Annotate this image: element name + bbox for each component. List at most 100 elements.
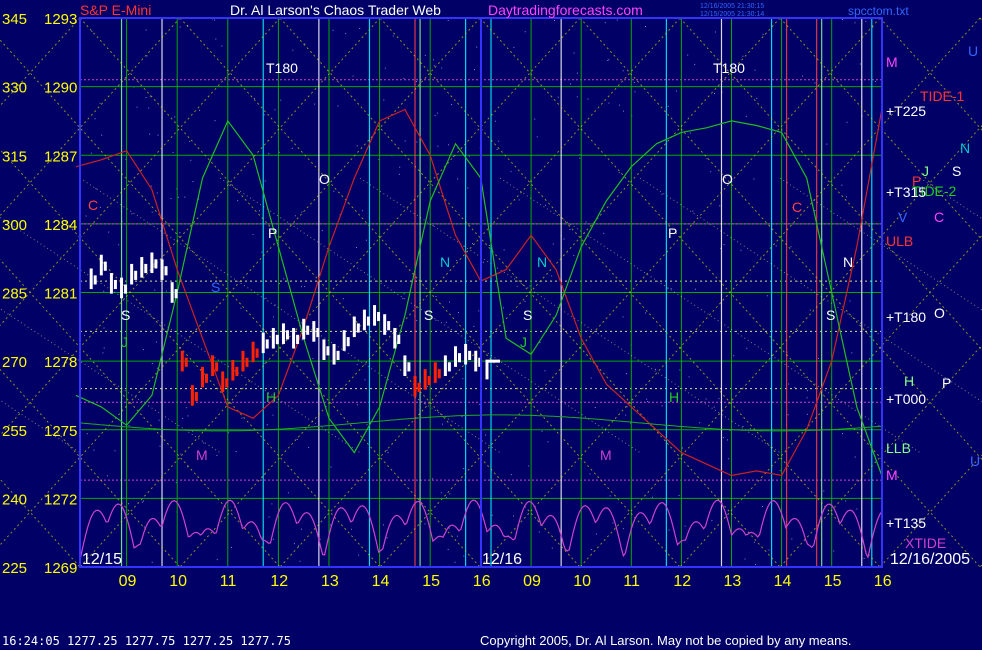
star-dot	[364, 379, 366, 381]
star-dot	[806, 413, 808, 415]
star-dot	[165, 290, 167, 292]
star-dot	[494, 120, 496, 122]
star-dot	[356, 404, 358, 406]
star-dot	[534, 118, 536, 120]
star-dot	[859, 63, 861, 65]
star-dot	[456, 535, 458, 537]
star-dot	[383, 524, 384, 526]
star-dot	[441, 67, 443, 69]
star-dot	[143, 526, 145, 528]
overlay-label: N	[440, 254, 450, 270]
star-dot	[790, 246, 792, 248]
star-dot	[705, 398, 707, 400]
star-dot	[345, 33, 347, 35]
star-dot	[426, 386, 428, 388]
star-dot	[710, 171, 712, 173]
star-dot	[695, 288, 696, 290]
star-dot	[661, 405, 663, 407]
star-dot	[740, 249, 742, 251]
star-dot	[136, 106, 138, 108]
star-dot	[875, 80, 876, 82]
star-dot	[768, 549, 770, 551]
star-dot	[473, 325, 475, 327]
star-dot	[452, 156, 454, 157]
star-dot	[802, 75, 803, 77]
star-dot	[103, 347, 105, 349]
star-dot	[440, 492, 442, 494]
timestamp-bottom: 12/15/2005 21:30:14	[700, 11, 764, 18]
date-label: 12/16	[482, 551, 522, 568]
star-dot	[865, 20, 867, 22]
star-dot	[158, 419, 160, 421]
star-dot	[826, 143, 828, 145]
star-dot	[603, 232, 605, 234]
star-dot	[510, 171, 512, 173]
y-tick-price: 1278	[44, 354, 77, 371]
star-dot	[842, 433, 843, 435]
y-tick-price: 1287	[44, 148, 77, 165]
right-label: S	[952, 163, 961, 179]
star-dot	[474, 69, 475, 71]
star-dot	[86, 433, 88, 435]
star-dot	[496, 149, 498, 150]
y-tick-left: 345	[2, 11, 27, 28]
star-dot	[278, 283, 280, 285]
star-dot	[356, 247, 357, 248]
star-dot	[544, 370, 546, 372]
star-dot	[526, 329, 528, 331]
star-dot	[216, 455, 218, 456]
star-dot	[756, 97, 758, 99]
star-dot	[301, 528, 302, 530]
star-dot	[846, 121, 848, 123]
x-tick-label: 14	[372, 573, 390, 590]
star-dot	[118, 244, 120, 246]
star-dot	[458, 312, 459, 313]
star-dot	[728, 458, 730, 460]
star-dot	[818, 358, 820, 359]
overlay-label: C	[792, 199, 802, 215]
file-label: spcctom.txt	[848, 4, 909, 18]
star-dot	[108, 231, 110, 233]
star-dot	[678, 495, 680, 496]
star-dot	[529, 285, 531, 287]
star-dot	[392, 35, 394, 37]
star-dot	[170, 198, 172, 200]
star-dot	[241, 417, 243, 419]
y-tick-price: 1281	[44, 286, 77, 303]
star-dot	[727, 439, 728, 441]
star-dot	[337, 105, 339, 107]
star-dot	[569, 229, 571, 230]
right-label: ULB	[886, 233, 913, 249]
overlay-label: J	[121, 334, 128, 350]
x-tick-label: 13	[321, 573, 339, 590]
star-dot	[451, 104, 453, 105]
right-label: M	[886, 467, 898, 483]
star-dot	[151, 561, 153, 563]
star-dot	[157, 134, 159, 136]
star-dot	[713, 406, 715, 408]
star-dot	[268, 153, 270, 155]
star-dot	[576, 96, 578, 98]
star-dot	[833, 550, 835, 552]
star-dot	[706, 158, 708, 160]
star-dot	[383, 99, 385, 101]
star-dot	[296, 438, 298, 440]
overlay-label: P	[268, 225, 277, 241]
star-dot	[301, 211, 303, 213]
overlay-label: M	[196, 447, 208, 463]
star-dot	[733, 355, 735, 357]
star-dot	[292, 49, 294, 51]
star-dot	[622, 70, 624, 72]
star-dot	[787, 414, 789, 416]
y-tick-price: 1275	[44, 423, 77, 440]
star-dot	[537, 519, 539, 521]
star-dot	[445, 321, 447, 323]
star-dot	[159, 445, 161, 447]
chaos-trader-chart: 345 1293 330 1290 315 1287 300 1284 285 1281 270 12…	[0, 0, 982, 650]
overlay-label: H	[266, 389, 276, 405]
star-dot	[462, 378, 464, 380]
star-dot	[103, 290, 105, 292]
star-dot	[463, 468, 465, 470]
right-label: P	[942, 375, 951, 391]
star-dot	[99, 206, 101, 208]
